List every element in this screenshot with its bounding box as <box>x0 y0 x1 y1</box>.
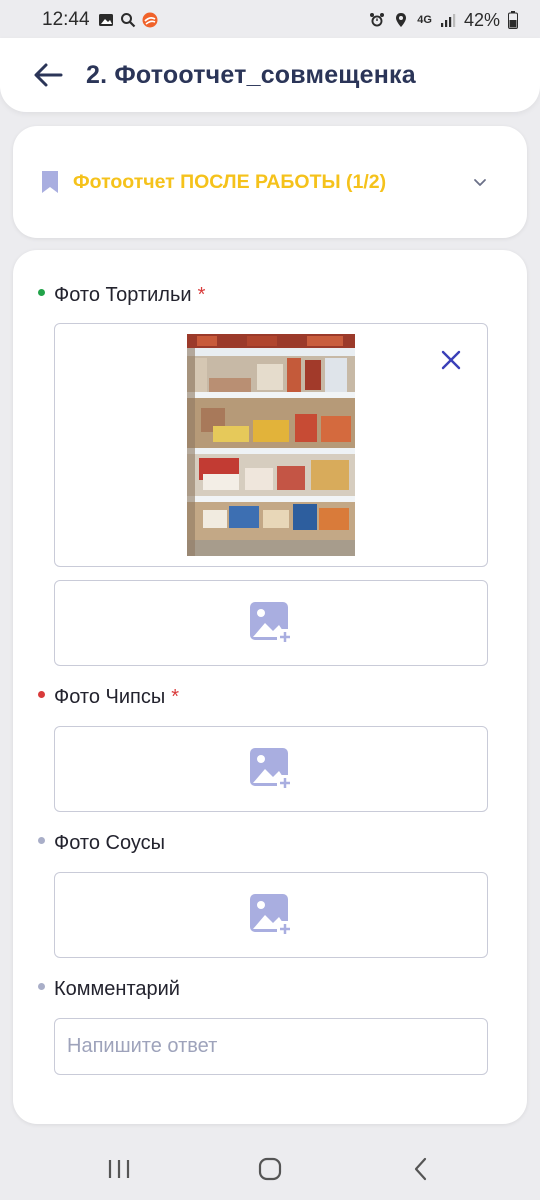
page-title: 2. Фотоотчет_совмещенка <box>86 60 416 89</box>
back-button[interactable] <box>30 57 66 93</box>
image-icon <box>98 14 113 26</box>
add-photo-button-sauces[interactable] <box>54 872 488 958</box>
status-right: 4G 42% <box>369 10 518 31</box>
status-dot <box>38 289 45 296</box>
required-mark: * <box>171 686 180 708</box>
location-icon <box>396 13 407 27</box>
add-image-icon <box>250 894 293 937</box>
shelf-photo-image <box>187 334 355 556</box>
battery-icon <box>508 11 518 29</box>
required-mark: * <box>197 284 206 306</box>
back-icon[interactable] <box>406 1156 436 1182</box>
system-nav-bar <box>0 1138 540 1200</box>
battery-percent: 42% <box>463 9 500 30</box>
form-card: Фото Тортильи * Фото Чипсы * Фото Соусы … <box>13 250 527 1124</box>
status-time: 12:44 <box>42 9 90 30</box>
field-label-sauces: Фото Соусы <box>38 832 165 855</box>
arrow-left-icon <box>34 63 63 87</box>
section-accordion[interactable]: Фотоотчет ПОСЛЕ РАБОТЫ (1/2) <box>13 126 527 238</box>
status-dot <box>38 983 45 990</box>
close-icon[interactable] <box>439 348 463 372</box>
add-image-icon <box>250 602 293 645</box>
field-label-text: Фото Чипсы <box>54 686 166 708</box>
add-photo-button-chips[interactable] <box>54 726 488 812</box>
field-label-chips: Фото Чипсы * <box>38 686 179 709</box>
status-bar: 12:44 4G 42% <box>0 0 540 40</box>
field-label-text: Фото Соусы <box>54 832 165 854</box>
field-label-text: Комментарий <box>54 978 180 1000</box>
photo-preview-frame <box>54 323 488 567</box>
field-label-comment: Комментарий <box>38 978 180 1001</box>
app-header: 2. Фотоотчет_совмещенка <box>0 38 540 112</box>
status-dot <box>38 691 45 698</box>
bookmark-icon <box>42 171 58 193</box>
recent-apps-icon[interactable] <box>104 1156 134 1182</box>
search-icon <box>120 13 135 28</box>
add-image-icon <box>250 748 293 791</box>
uploaded-photo[interactable] <box>187 334 355 556</box>
status-left-icons <box>98 12 158 28</box>
alarm-icon <box>370 13 385 27</box>
home-icon[interactable] <box>255 1156 285 1182</box>
field-label-tortilla: Фото Тортильи * <box>38 284 205 307</box>
field-label-text: Фото Тортильи <box>54 284 192 306</box>
section-title: Фотоотчет ПОСЛЕ РАБОТЫ (1/2) <box>73 171 387 193</box>
status-dot <box>38 837 45 844</box>
add-photo-button-tortilla[interactable] <box>54 580 488 666</box>
signal-icon <box>440 14 456 27</box>
app-icon <box>142 12 158 28</box>
network-label: 4G <box>417 14 432 26</box>
chevron-down-icon[interactable] <box>471 173 489 191</box>
comment-input[interactable] <box>54 1018 488 1075</box>
